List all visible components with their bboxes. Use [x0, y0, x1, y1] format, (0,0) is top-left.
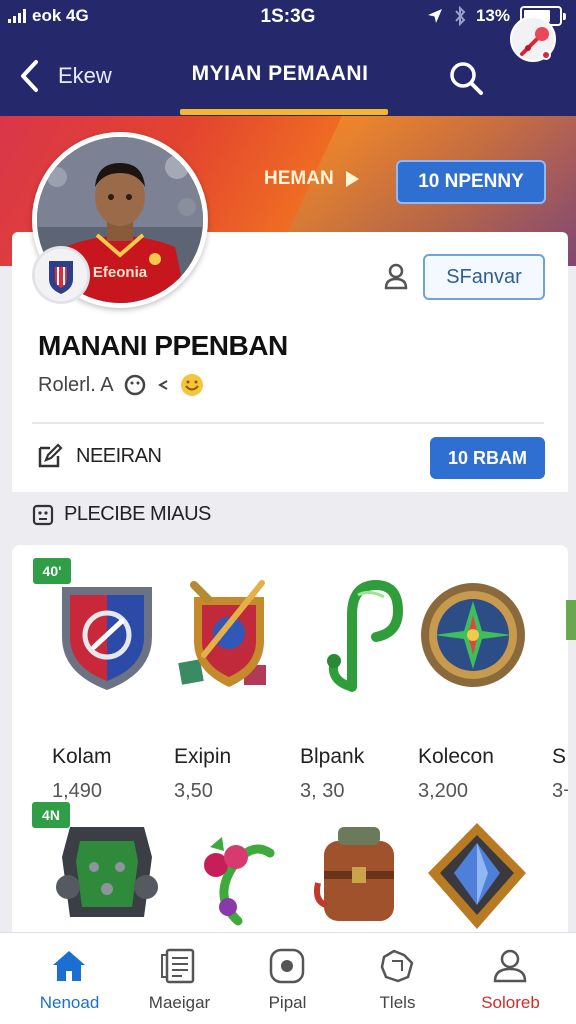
edit-profile-row[interactable]: NEEIRAN	[36, 442, 162, 470]
hook-icon	[327, 579, 404, 692]
bottom-nav: Nenoad Maeigar Pipal Tlels Soloreb	[0, 932, 576, 1024]
title-underline	[180, 109, 388, 115]
tab-manager[interactable]: Maeigar	[122, 933, 237, 1024]
tab-play[interactable]: Pipal	[230, 933, 345, 1024]
tab-label: Maeigar	[148, 993, 211, 1012]
tab-profile[interactable]: Soloreb	[453, 933, 568, 1024]
item-value: 3,50	[174, 780, 213, 802]
jersey-sponsor: Efeonia	[93, 264, 148, 281]
item-value: 3+	[552, 780, 568, 802]
tab-label: Pipal	[268, 993, 307, 1012]
search-icon[interactable]	[446, 58, 486, 98]
shield-icon	[62, 587, 152, 690]
notification-dot	[541, 50, 551, 60]
item-name: Kolecon	[418, 745, 494, 768]
banner-link-label: HEMAN	[264, 168, 334, 189]
face-icon	[124, 374, 145, 396]
battery-percent: 13%	[475, 6, 510, 25]
back-button[interactable]: Ekew	[18, 54, 128, 98]
player-name: MANANI PPENBAN	[38, 330, 288, 361]
arrow-left-icon	[157, 380, 168, 390]
follow-button[interactable]: SFanvar	[423, 254, 545, 300]
tab-label: Nenoad	[39, 993, 100, 1012]
shield-crest-icon	[35, 249, 87, 301]
item-name: Exipin	[174, 745, 232, 768]
section-title: PLECIBE MIAUS	[64, 503, 211, 525]
compass-medal-icon	[421, 583, 525, 687]
action-button[interactable]: 10 RBAM	[430, 437, 545, 479]
tab-label: Soloreb	[481, 993, 540, 1012]
item-name: Kolam	[52, 745, 112, 768]
berry-vine-icon	[204, 837, 275, 926]
bluetooth-icon	[455, 6, 466, 26]
item-name: Blpank	[300, 745, 365, 768]
player-role: Rolerl. A	[38, 373, 114, 396]
edit-icon	[38, 443, 63, 468]
backpack-icon	[314, 827, 394, 921]
chevron-left-icon	[21, 60, 38, 92]
section-header: PLECIBE MIAUS	[32, 503, 211, 526]
items-grid: 40' Kolam 1,490 Exipin 3,50 Blpank 3, 30…	[12, 545, 568, 945]
banner-link[interactable]: HEMAN	[264, 168, 360, 190]
emoji-icon	[180, 374, 203, 396]
gem-frame-icon	[428, 823, 526, 929]
edit-label: NEEIRAN	[76, 444, 162, 467]
item-value: 1,490	[52, 780, 103, 802]
home-icon	[53, 951, 85, 981]
play-arrow-icon	[345, 171, 359, 187]
person-icon[interactable]	[382, 262, 410, 290]
tab-label: Tlels	[379, 993, 416, 1012]
crest-sword-icon	[178, 580, 266, 687]
page-title: MYIAN PEMAANI	[191, 62, 369, 85]
tab-home[interactable]: Nenoad	[12, 933, 127, 1024]
document-icon	[161, 948, 195, 984]
app-screen: eok 4G 1S:3G 13% Ekew MYIAN PEMAANI HEMA…	[0, 0, 576, 1024]
profile-divider	[32, 422, 544, 424]
status-bar: eok 4G 1S:3G 13%	[0, 0, 576, 36]
item-name: S	[552, 745, 567, 768]
person-icon	[493, 949, 527, 983]
club-badge	[32, 246, 90, 304]
item-value: 3,200	[418, 780, 469, 802]
location-icon	[427, 9, 442, 23]
player-meta: Rolerl. A	[38, 373, 204, 397]
back-label: Ekew	[58, 63, 112, 88]
puzzle-icon	[380, 949, 414, 983]
top-nav-bar: Ekew MYIAN PEMAANI	[0, 36, 576, 116]
banner-button[interactable]: 10 NPENNY	[396, 160, 546, 204]
grid-face-icon	[32, 504, 54, 525]
record-icon	[269, 948, 305, 984]
scroll-peek	[566, 600, 576, 640]
item-value: 3, 30	[300, 780, 345, 802]
tab-tools[interactable]: Tlels	[340, 933, 455, 1024]
armor-icon	[56, 827, 158, 917]
